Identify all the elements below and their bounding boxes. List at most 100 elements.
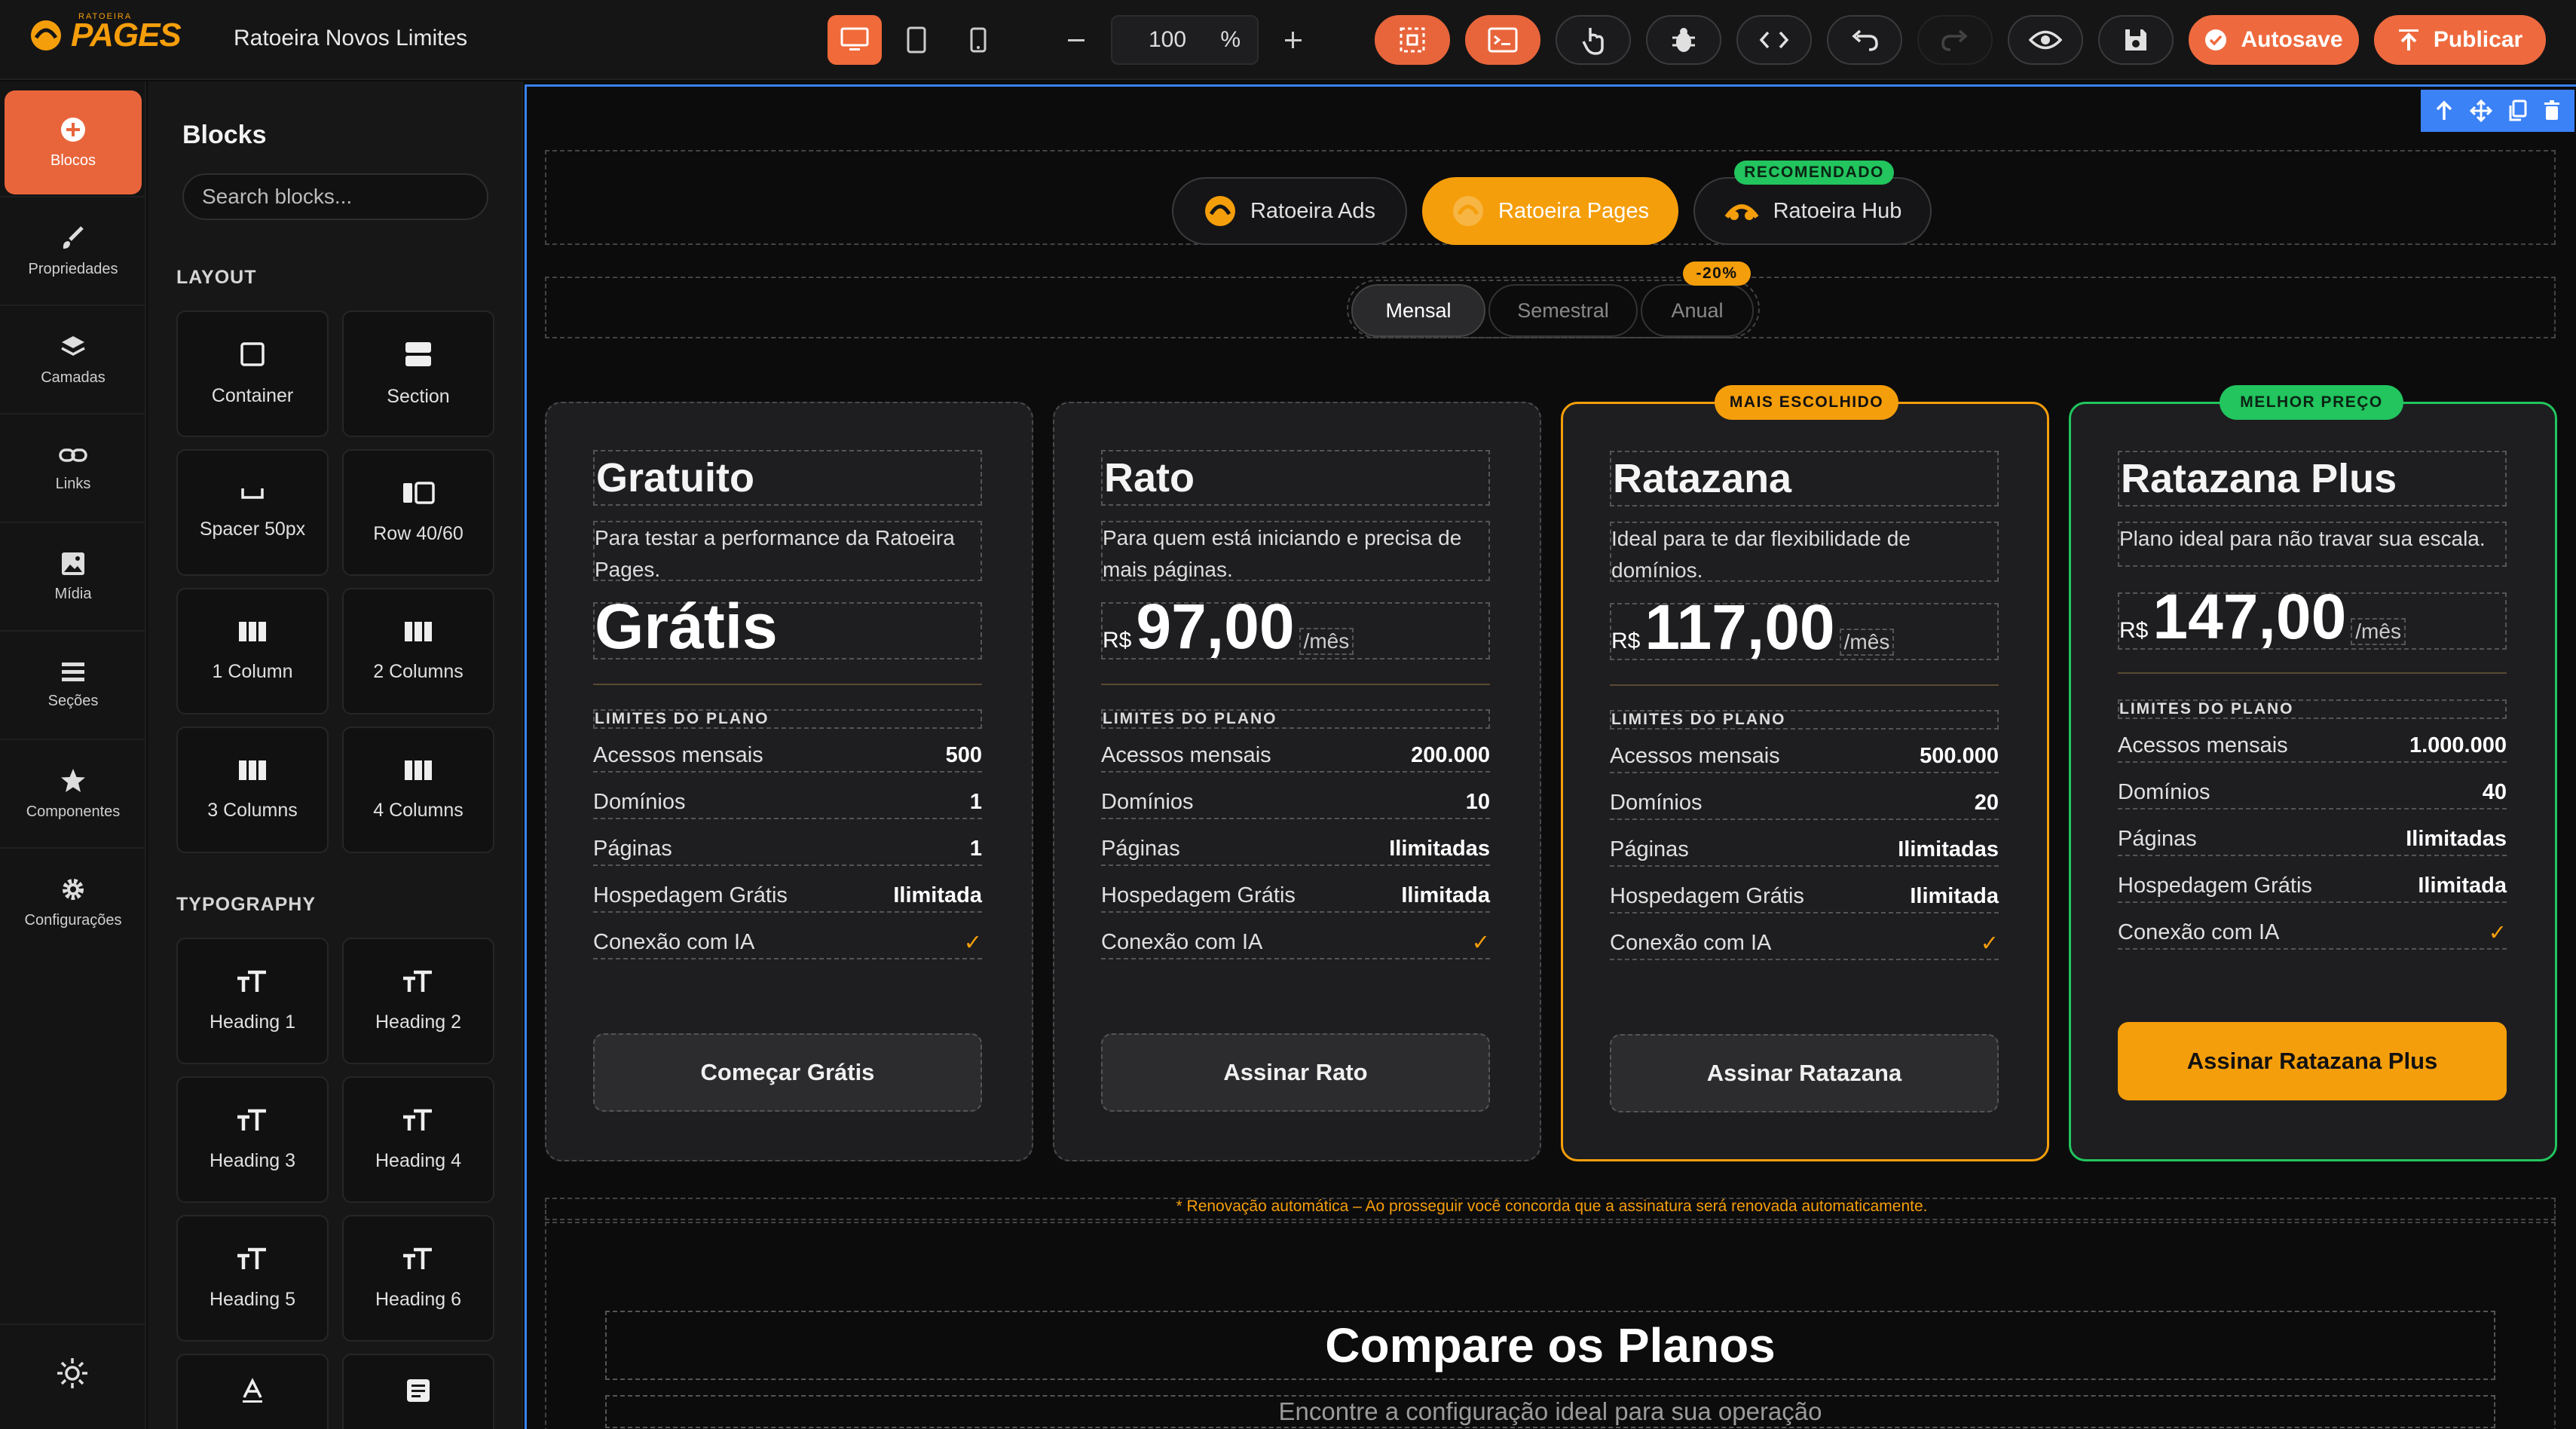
limit-row: Páginas Ilimitadas (2118, 823, 2507, 856)
limit-row: Páginas 1 (593, 833, 982, 866)
code-preview-button[interactable] (1465, 15, 1540, 65)
publish-button[interactable]: Publicar (2374, 15, 2546, 65)
block-2-columns[interactable]: 2 Columns (342, 588, 494, 714)
page-builder-app: PAGES RATOEIRA Ratoeira Novos Limites 10… (0, 0, 2576, 1429)
limit-value: 200.000 (1411, 742, 1490, 767)
mobile-view-button[interactable] (951, 15, 1005, 65)
product-pill-ratoeira-hub[interactable]: Ratoeira Hub (1693, 177, 1932, 245)
interaction-button[interactable] (1556, 15, 1631, 65)
block-heading-3[interactable]: Heading 3 (176, 1076, 329, 1203)
limit-value: 1.000.000 (2409, 733, 2507, 757)
rail-label-configuracoes: Configurações (24, 911, 122, 929)
limit-row: Páginas Ilimitadas (1101, 833, 1490, 866)
terminal-icon (1488, 27, 1518, 53)
limit-label: Páginas (593, 836, 672, 861)
price-value: 147,00 (2152, 581, 2347, 652)
block-spacer[interactable]: Spacer 50px (176, 449, 329, 576)
block-heading-5[interactable]: Heading 5 (176, 1215, 329, 1342)
app-logo[interactable]: PAGES RATOEIRA (27, 12, 182, 54)
block-section[interactable]: Section (342, 311, 494, 437)
tablet-view-button[interactable] (889, 15, 944, 65)
preview-button[interactable] (2008, 15, 2083, 65)
rail-divider (0, 1323, 146, 1325)
redo-button[interactable] (1917, 15, 1993, 65)
save-button[interactable] (2098, 15, 2174, 65)
arrow-up-icon[interactable] (2434, 100, 2454, 121)
debug-button[interactable] (1646, 15, 1721, 65)
block-heading-6[interactable]: Heading 6 (342, 1215, 494, 1342)
text-size-icon (403, 1247, 432, 1269)
desktop-view-button[interactable] (828, 15, 882, 65)
block-3-columns[interactable]: 3 Columns (176, 727, 329, 853)
product-label: Ratoeira Ads (1250, 198, 1376, 223)
block-heading-2[interactable]: Heading 2 (342, 938, 494, 1064)
block-4-columns[interactable]: 4 Columns (342, 727, 494, 853)
cta-assinar-rato-button[interactable]: Assinar Rato (1101, 1033, 1490, 1112)
rail-item-componentes[interactable]: Componentes (5, 742, 142, 846)
cta-assinar-ratazana-plus-button[interactable]: Assinar Ratazana Plus (2118, 1022, 2507, 1100)
period-semestral[interactable]: Semestral (1488, 284, 1638, 337)
rail-label-componentes: Componentes (26, 803, 121, 820)
rail-item-secoes[interactable]: Seções (5, 633, 142, 737)
rail-item-configuracoes[interactable]: Configurações (5, 850, 142, 954)
product-pill-ratoeira-pages[interactable]: Ratoeira Pages (1422, 177, 1678, 245)
source-code-button[interactable] (1736, 15, 1812, 65)
gear-icon (63, 878, 84, 900)
rail-item-blocos[interactable]: Blocos (5, 90, 142, 194)
limit-row: Páginas Ilimitadas (1610, 834, 1999, 867)
limit-value: Ilimitadas (1898, 837, 1999, 861)
zoom-input[interactable]: 100 % (1111, 15, 1259, 65)
theme-toggle[interactable] (56, 1357, 89, 1390)
left-nav-rail: Blocos Propriedades Camadas Links Mídia … (0, 81, 146, 1429)
limit-row: Conexão com IA ✓ (2118, 916, 2507, 950)
limit-value: 1 (969, 836, 982, 861)
block-paragraph[interactable] (342, 1354, 494, 1429)
autosave-toggle[interactable]: Autosave (2189, 15, 2359, 65)
rail-divider (0, 847, 146, 849)
copy-icon[interactable] (2507, 99, 2527, 122)
zoom-out-button[interactable] (1055, 15, 1097, 65)
block-1-column[interactable]: 1 Column (176, 588, 329, 714)
trash-icon[interactable] (2543, 100, 2561, 121)
block-label: Heading 2 (375, 1011, 461, 1033)
block-label: Spacer 50px (199, 518, 306, 540)
price-period: /mês (2351, 618, 2406, 645)
period-anual[interactable]: Anual (1641, 284, 1754, 337)
logo-mouse-icon (31, 20, 61, 50)
publish-label: Publicar (2433, 27, 2523, 52)
limit-label: Conexão com IA (1610, 930, 1772, 955)
move-icon[interactable] (2469, 99, 2492, 122)
search-blocks-input[interactable]: Search blocks... (182, 173, 488, 220)
columns-icon (405, 760, 432, 780)
block-container[interactable]: Container (176, 311, 329, 437)
period-mensal[interactable]: Mensal (1351, 284, 1485, 337)
ratoeira-pages-logo-icon (1453, 196, 1484, 226)
select-element-button[interactable] (1375, 15, 1450, 65)
block-label: Heading 3 (210, 1149, 295, 1171)
cta-assinar-ratazana-button[interactable]: Assinar Ratazana (1610, 1034, 1999, 1112)
columns-icon (239, 621, 266, 641)
plan-card-rato: Rato Para quem está iniciando e precisa … (1053, 402, 1541, 1161)
rail-item-links[interactable]: Links (5, 416, 142, 520)
product-pill-ratoeira-ads[interactable]: Ratoeira Ads (1172, 177, 1407, 245)
block-heading-4[interactable]: Heading 4 (342, 1076, 494, 1203)
mobile-icon (970, 27, 987, 53)
editor-canvas[interactable]: Ratoeira Ads Ratoeira Pages Ratoeira Hub… (525, 84, 2576, 1429)
rail-item-midia[interactable]: Mídia (5, 525, 142, 629)
block-heading-1[interactable]: Heading 1 (176, 938, 329, 1064)
block-row-40-60[interactable]: Row 40/60 (342, 449, 494, 576)
price-period: /mês (1299, 628, 1354, 655)
cta-comecar-gratis-button[interactable]: Começar Grátis (593, 1033, 982, 1112)
logo-text: PAGES (71, 17, 182, 54)
undo-button[interactable] (1827, 15, 1902, 65)
limit-value: 500 (945, 742, 982, 767)
limit-label: Conexão com IA (1101, 929, 1263, 954)
plan-name: Rato (1101, 450, 1490, 506)
block-text[interactable] (176, 1354, 329, 1429)
divider (1610, 684, 1999, 686)
limit-value: Ilimitadas (2406, 826, 2507, 851)
rail-item-propriedades[interactable]: Propriedades (5, 199, 142, 303)
rail-item-camadas[interactable]: Camadas (5, 308, 142, 412)
price-currency: R$ (1611, 629, 1641, 653)
zoom-in-button[interactable] (1272, 15, 1314, 65)
